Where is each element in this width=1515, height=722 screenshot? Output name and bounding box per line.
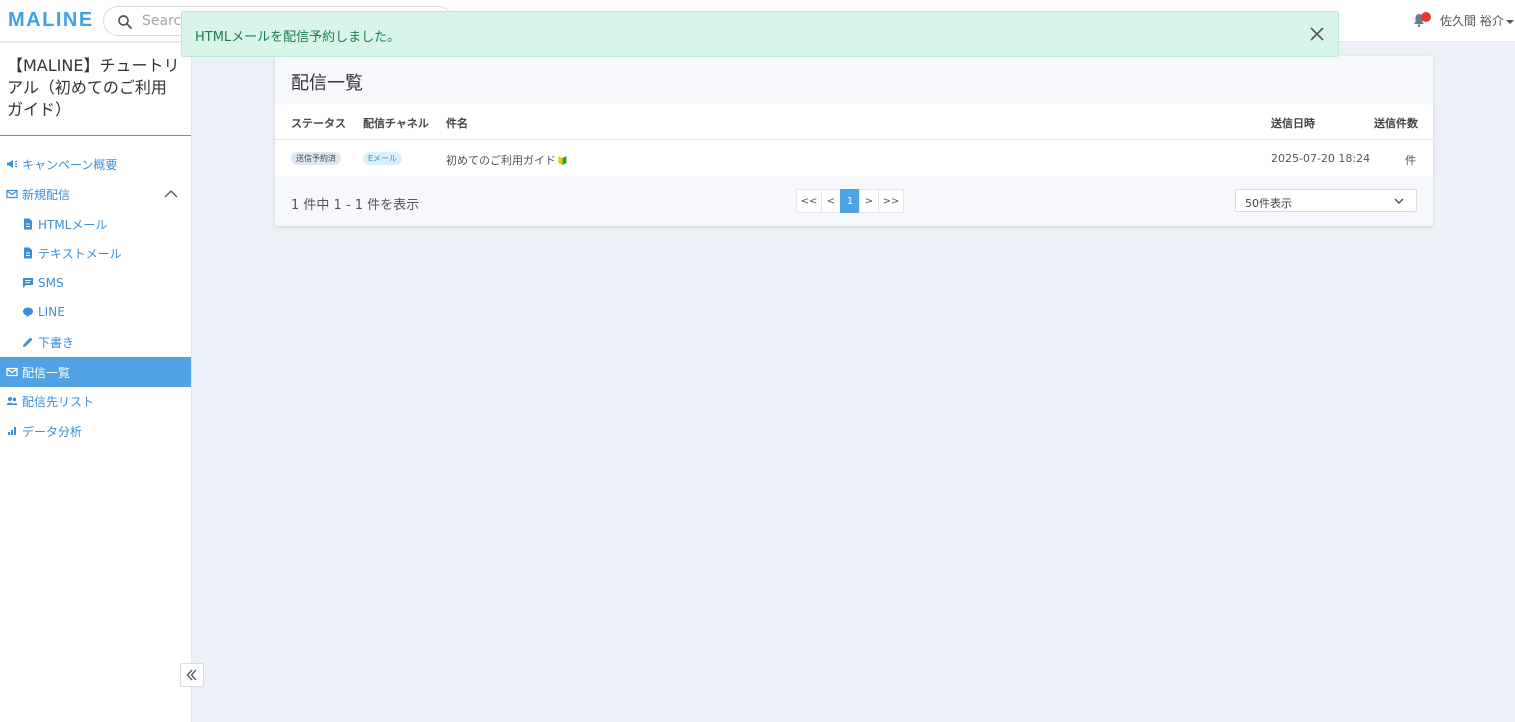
success-toast: HTMLメールを配信予約しました。 [181, 11, 1339, 57]
mail-icon [6, 366, 18, 378]
card-header: 配信一覧 [275, 56, 1433, 104]
per-page-select[interactable]: 50件表示 [1235, 189, 1417, 212]
sidebar-item-label: キャンペーン概要 [22, 157, 118, 172]
subject-text: 初めてのご利用ガイド [446, 154, 556, 167]
table-row-subject[interactable]: 初めてのご利用ガイド [446, 152, 567, 168]
result-count: 1 件中 1 - 1 件を表示 [291, 198, 420, 213]
megaphone-icon [6, 158, 18, 170]
toast-message: HTMLメールを配信予約しました。 [195, 30, 401, 45]
sidebar-item-delivery-list[interactable]: 配信一覧 [0, 357, 191, 387]
close-icon[interactable] [1308, 25, 1326, 43]
sidebar-item-label: HTMLメール [38, 217, 108, 232]
column-header-subject[interactable]: 件名 [446, 115, 468, 131]
prev-page-button[interactable]: < [821, 189, 841, 213]
next-page-button[interactable]: > [859, 189, 879, 213]
sidebar-item-line[interactable]: LINE [0, 297, 191, 327]
sidebar-item-html-mail[interactable]: HTMLメール [0, 209, 191, 239]
sidebar: 【MALINE】チュートリアル（初めてのご利用ガイド） キャンペーン概要 新規配… [0, 43, 192, 722]
sidebar-item-label: テキストメール [38, 246, 122, 261]
chevron-up-icon[interactable] [164, 187, 178, 201]
caret-down-icon [1505, 19, 1514, 24]
notification-button[interactable] [1413, 11, 1433, 29]
collapse-sidebar-button[interactable] [180, 663, 204, 687]
sidebar-item-recipient-list[interactable]: 配信先リスト [0, 386, 191, 416]
channel-badge: Eメール [363, 152, 403, 165]
column-header-status[interactable]: ステータス [291, 115, 346, 131]
pencil-icon [22, 336, 34, 348]
notification-dot [1421, 12, 1431, 22]
sidebar-divider [0, 135, 191, 136]
line-bubble-icon [22, 306, 34, 318]
sidebar-item-label: 配信一覧 [22, 365, 71, 380]
campaign-title: 【MALINE】チュートリアル（初めてのご利用ガイド） [7, 56, 180, 119]
status-badge: 送信予約済 [291, 152, 341, 165]
user-menu[interactable]: 佐久間 裕介 [1440, 12, 1514, 29]
sidebar-item-sms[interactable]: SMS [0, 268, 191, 298]
sidebar-item-label: SMS [38, 276, 64, 290]
sidebar-item-data-analysis[interactable]: データ分析 [0, 416, 191, 446]
card-footer: 1 件中 1 - 1 件を表示 << < 1 > >> 50件表示 [275, 176, 1433, 226]
table-row-sent-at: 2025-07-20 18:24 [1271, 152, 1371, 165]
user-name: 佐久間 裕介 [1440, 14, 1504, 28]
column-header-sent-at[interactable]: 送信日時 [1271, 115, 1315, 131]
logo-text: MALINE [8, 9, 94, 31]
header-divider [275, 139, 1433, 140]
delivery-list-card: 配信一覧 ステータス 配信チャネル 件名 送信日時 送信件数 送信予約済 Eメー… [275, 56, 1433, 226]
double-chevron-left-icon [186, 669, 197, 681]
column-header-count[interactable]: 送信件数 [1374, 115, 1418, 131]
people-icon [6, 395, 18, 407]
maline-logo[interactable]: MALINE [8, 9, 94, 32]
sidebar-item-text-mail[interactable]: テキストメール [0, 238, 191, 268]
sidebar-item-new-delivery[interactable]: 新規配信 [0, 179, 191, 209]
sidebar-item-label: 配信先リスト [22, 394, 95, 409]
sidebar-item-label: 下書き [38, 335, 75, 350]
per-page-value: 50件表示 [1245, 197, 1292, 210]
column-header-channel[interactable]: 配信チャネル [363, 115, 429, 131]
document-icon [22, 247, 34, 259]
sidebar-item-drafts[interactable]: 下書き [0, 327, 191, 357]
pagination: << < 1 > >> [796, 189, 904, 213]
chat-icon [22, 277, 34, 289]
last-page-button[interactable]: >> [878, 189, 904, 213]
chevron-down-icon [1394, 198, 1404, 204]
page-title: 配信一覧 [291, 73, 363, 94]
sidebar-item-label: データ分析 [22, 424, 83, 439]
first-page-button[interactable]: << [796, 189, 822, 213]
table-row-count: 件 [1405, 154, 1416, 167]
search-icon [118, 15, 132, 29]
document-icon [22, 218, 34, 230]
bar-chart-icon [6, 425, 18, 437]
sidebar-item-label: LINE [38, 305, 65, 319]
page-1-button[interactable]: 1 [840, 189, 860, 213]
beginner-mark-icon [558, 156, 567, 165]
sidebar-item-label: 新規配信 [22, 187, 71, 202]
sidebar-item-campaign-overview[interactable]: キャンペーン概要 [0, 149, 191, 179]
mail-icon [6, 188, 18, 200]
